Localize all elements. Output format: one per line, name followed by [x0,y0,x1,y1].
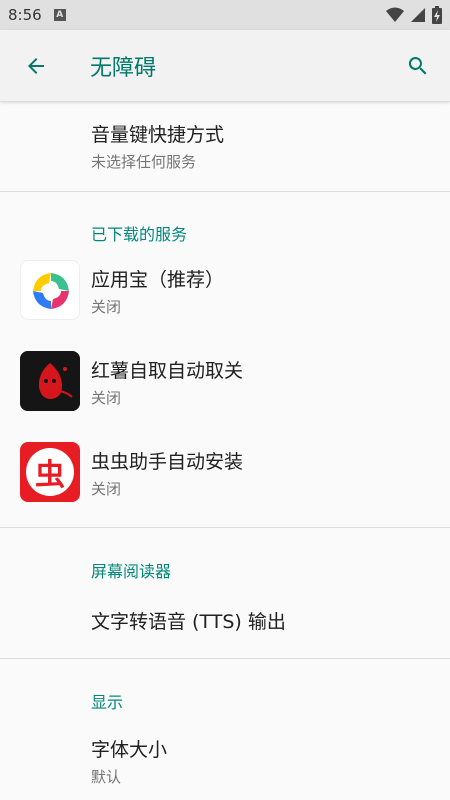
volume-shortcut-subtitle: 未选择任何服务 [91,153,197,171]
status-bar: 8:56 A [0,0,450,30]
service-status: 关闭 [91,389,122,407]
arrow-back-icon [28,57,44,74]
battery-charging-icon [432,6,442,24]
service-status: 关闭 [91,298,122,316]
section-header-screen-reader: 屏幕阅读器 [91,562,172,581]
app-bar: 无障碍 [0,30,450,102]
service-item-chongchong[interactable]: 虫 虫虫助手自动安装 关闭 [0,432,450,523]
service-item-hongshu[interactable]: 红薯自取自动取关 关闭 [0,341,450,432]
search-button[interactable] [400,48,436,84]
back-button[interactable] [0,30,72,102]
font-size-item[interactable]: 字体大小 默认 [0,709,450,786]
tts-output-item[interactable]: 文字转语音 (TTS) 输出 [0,580,450,658]
service-item-yingyongbao[interactable]: 应用宝（推荐） 关闭 [0,250,450,341]
search-icon [408,57,427,75]
font-size-subtitle: 默认 [91,768,122,786]
wifi-icon [386,7,404,22]
font-size-title: 字体大小 [91,739,168,761]
tts-output-title: 文字转语音 (TTS) 输出 [91,611,286,633]
service-name: 虫虫助手自动安装 [91,451,244,473]
volume-shortcut-item[interactable]: 音量键快捷方式 未选择任何服务 [0,102,450,191]
service-name: 红薯自取自动取关 [91,360,244,382]
signal-icon [411,8,425,22]
notification-icon: A [53,9,66,21]
volume-shortcut-title: 音量键快捷方式 [91,124,225,146]
section-header-display: 显示 [91,693,124,712]
service-name: 应用宝（推荐） [91,269,225,291]
chongchong-app-icon: 虫 [20,442,80,502]
page-title: 无障碍 [90,55,157,81]
status-icons [386,6,442,24]
yingyongbao-app-icon [20,260,80,320]
chong-char: 虫 [26,448,74,496]
section-header-downloaded: 已下载的服务 [91,225,188,244]
hongshu-app-icon [20,351,80,411]
service-status: 关闭 [91,480,122,498]
status-time: 8:56 [8,6,42,24]
